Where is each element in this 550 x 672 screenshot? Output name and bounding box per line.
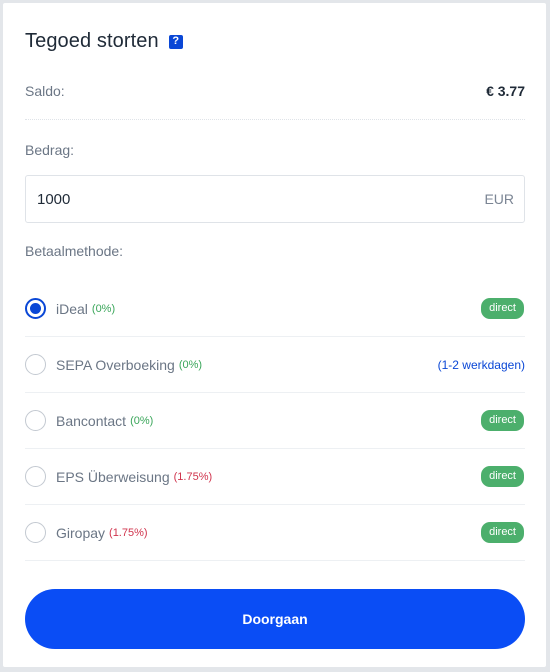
method-name: iDeal: [56, 300, 88, 317]
speed-note: (1-2 werkdagen): [437, 357, 525, 372]
method-fee: (1.75%): [109, 526, 148, 539]
amount-label: Bedrag:: [25, 142, 75, 158]
balance-value: € 3.77: [486, 83, 525, 99]
payment-option-giropay[interactable]: Giropay (1.75%) direct: [25, 505, 525, 561]
speed-badge: direct: [481, 466, 524, 487]
payment-method-list: iDeal (0%) direct SEPA Overboeking (0%) …: [25, 281, 525, 561]
method-name: Bancontact: [56, 412, 127, 429]
method-name: Giropay: [56, 524, 106, 541]
radio-button[interactable]: [25, 466, 46, 487]
radio-button[interactable]: [25, 522, 46, 543]
method-name: SEPA Overboeking: [56, 356, 175, 373]
payment-option-eps[interactable]: EPS Überweisung (1.75%) direct: [25, 449, 525, 505]
speed-badge: direct: [481, 522, 524, 543]
method-name: EPS Überweisung: [56, 468, 170, 485]
title-row: Tegoed storten ?: [25, 30, 183, 53]
amount-input[interactable]: [37, 190, 417, 208]
payment-option-bancontact[interactable]: Bancontact (0%) direct: [25, 393, 525, 449]
continue-button[interactable]: Doorgaan: [25, 589, 525, 649]
method-fee: (1.75%): [173, 470, 213, 483]
help-icon[interactable]: ?: [168, 34, 183, 49]
currency-label: EUR: [484, 191, 514, 207]
balance-row: Saldo: € 3.77: [25, 83, 525, 99]
payment-method-label: Betaalmethode:: [25, 243, 124, 259]
radio-button[interactable]: [25, 354, 46, 375]
radio-button-selected[interactable]: [25, 298, 46, 319]
balance-label: Saldo:: [25, 83, 65, 99]
page-title: Tegoed storten: [25, 30, 159, 52]
method-fee: (0%): [91, 302, 116, 315]
amount-field[interactable]: EUR: [25, 175, 525, 223]
radio-button[interactable]: [25, 410, 46, 431]
method-fee: (0%): [178, 358, 203, 371]
payment-option-ideal[interactable]: iDeal (0%) direct: [25, 281, 525, 337]
payment-option-sepa[interactable]: SEPA Overboeking (0%) (1-2 werkdagen): [25, 337, 525, 393]
deposit-card: Tegoed storten ? Saldo: € 3.77 Bedrag: E…: [3, 3, 546, 667]
divider: [25, 119, 525, 120]
speed-badge: direct: [481, 410, 524, 431]
speed-badge: direct: [481, 298, 524, 319]
method-fee: (0%): [130, 414, 154, 427]
